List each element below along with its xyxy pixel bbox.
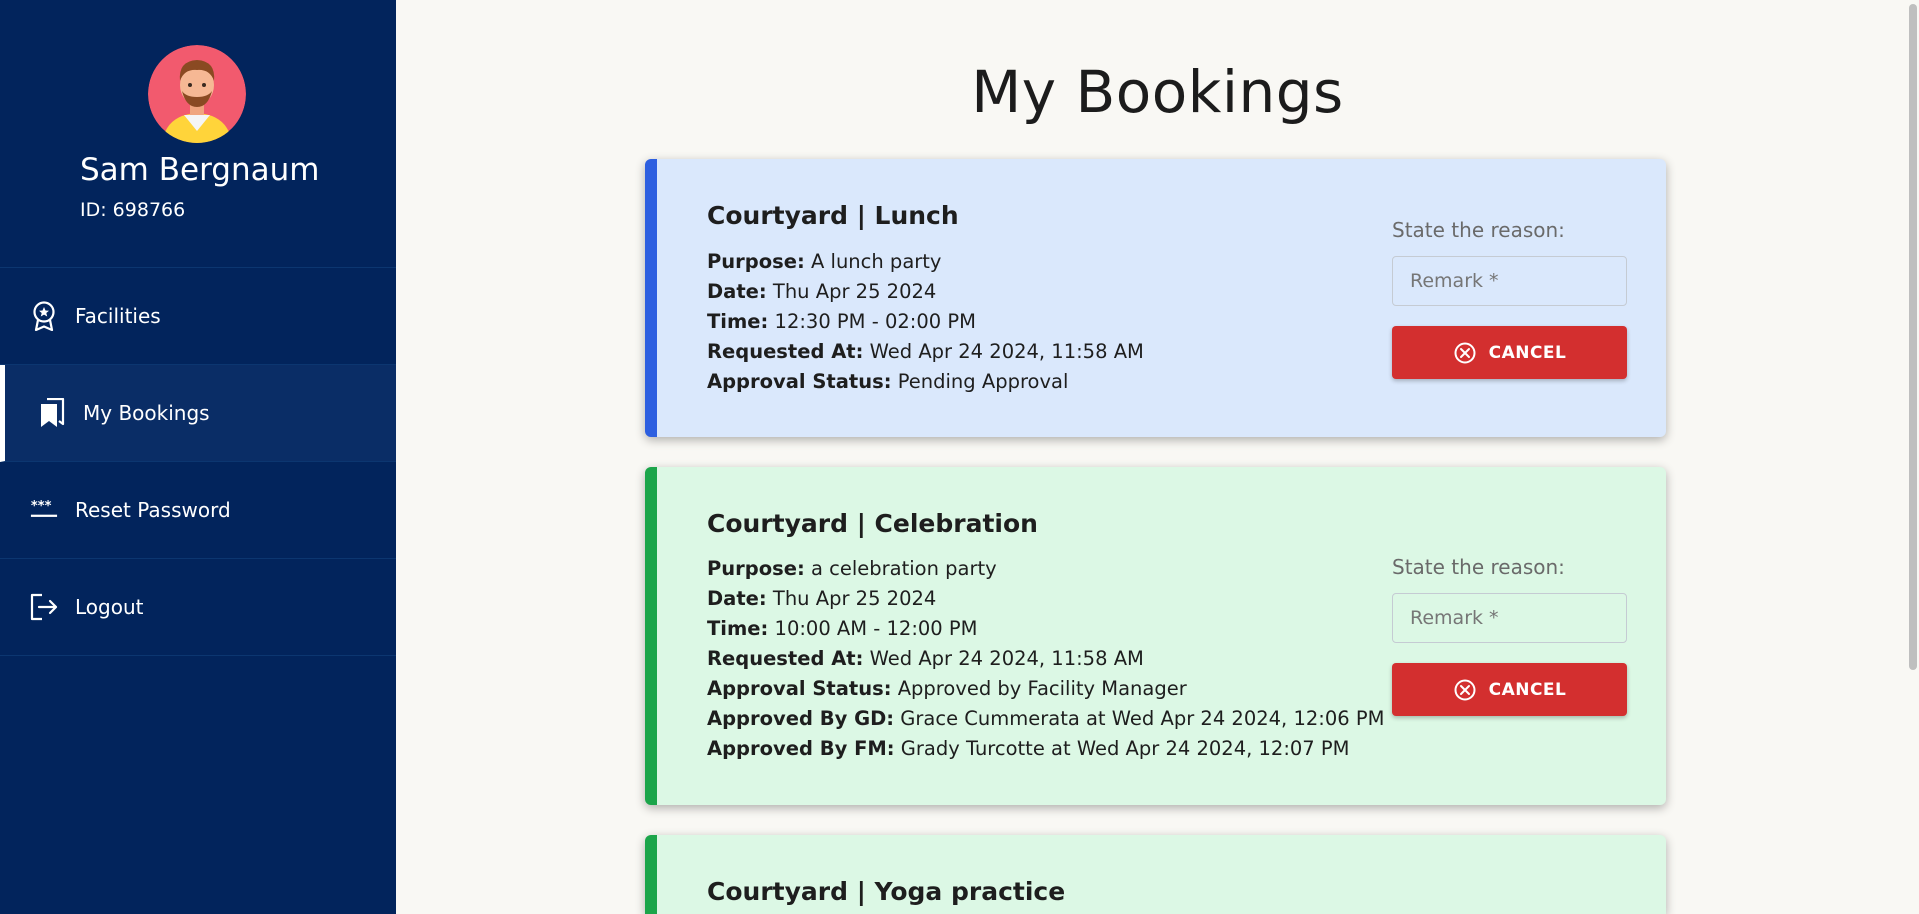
detail-row: Requested At: Wed Apr 24 2024, 11:58 AM: [707, 647, 1144, 670]
detail-row: Approved By GD: Grace Cummerata at Wed A…: [707, 707, 1385, 730]
detail-row: Approval Status: Approved by Facility Ma…: [707, 677, 1187, 700]
cancel-circle-icon: [1453, 341, 1477, 365]
profile-section: Sam Bergnaum ID: 698766: [0, 0, 396, 268]
booking-card: Courtyard | Celebration Purpose: a celeb…: [645, 467, 1666, 805]
detail-row: Purpose: a celebration party: [707, 557, 997, 580]
cancel-label: CANCEL: [1488, 342, 1567, 363]
sidebar-item-facilities[interactable]: Facilities: [0, 268, 396, 365]
profile-id: ID: 698766: [80, 199, 186, 221]
booking-card: Courtyard | Yoga practice: [645, 835, 1666, 914]
profile-name: Sam Bergnaum: [80, 152, 320, 188]
booking-card: Courtyard | Lunch Purpose: A lunch party…: [645, 159, 1666, 437]
sidebar-item-reset-password[interactable]: *** Reset Password: [0, 462, 396, 559]
sidebar-item-label: Logout: [75, 595, 144, 619]
booking-details: Purpose: A lunch party Date: Thu Apr 25 …: [707, 247, 1144, 397]
sidebar-item-label: My Bookings: [83, 401, 210, 425]
scrollbar-thumb[interactable]: [1909, 4, 1917, 670]
cancel-circle-icon: [1453, 678, 1477, 702]
password-icon: ***: [30, 495, 58, 525]
award-icon: [30, 301, 58, 331]
reason-label: State the reason:: [1392, 555, 1565, 579]
page-title: My Bookings: [971, 58, 1344, 126]
booking-details: Purpose: a celebration party Date: Thu A…: [707, 554, 1384, 764]
cancel-button[interactable]: CANCEL: [1392, 326, 1627, 379]
booking-title: Courtyard | Celebration: [707, 509, 1038, 538]
cancel-label: CANCEL: [1488, 679, 1567, 700]
booking-title: Courtyard | Yoga practice: [707, 877, 1066, 906]
detail-row: Approved By FM: Grady Turcotte at Wed Ap…: [707, 737, 1350, 760]
detail-row: Requested At: Wed Apr 24 2024, 11:58 AM: [707, 340, 1144, 363]
detail-row: Time: 12:30 PM - 02:00 PM: [707, 310, 976, 333]
cancel-button[interactable]: CANCEL: [1392, 663, 1627, 716]
booking-title: Courtyard | Lunch: [707, 201, 959, 230]
reason-label: State the reason:: [1392, 218, 1565, 242]
sidebar-item-label: Reset Password: [75, 498, 231, 522]
svg-text:***: ***: [31, 499, 52, 514]
detail-row: Time: 10:00 AM - 12:00 PM: [707, 617, 978, 640]
detail-row: Date: Thu Apr 25 2024: [707, 280, 937, 303]
detail-row: Approval Status: Pending Approval: [707, 370, 1069, 393]
detail-row: Purpose: A lunch party: [707, 250, 942, 273]
remark-input[interactable]: [1392, 593, 1627, 643]
sidebar: Sam Bergnaum ID: 698766 Facilities My Bo…: [0, 0, 396, 914]
bookmarks-icon: [38, 398, 66, 428]
detail-row: Date: Thu Apr 25 2024: [707, 587, 937, 610]
remark-input[interactable]: [1392, 256, 1627, 306]
sidebar-item-logout[interactable]: Logout: [0, 559, 396, 656]
avatar: [148, 45, 246, 143]
scrollbar[interactable]: [1905, 0, 1919, 914]
logout-icon: [30, 592, 58, 622]
sidebar-item-label: Facilities: [75, 304, 161, 328]
sidebar-item-my-bookings[interactable]: My Bookings: [0, 365, 396, 462]
